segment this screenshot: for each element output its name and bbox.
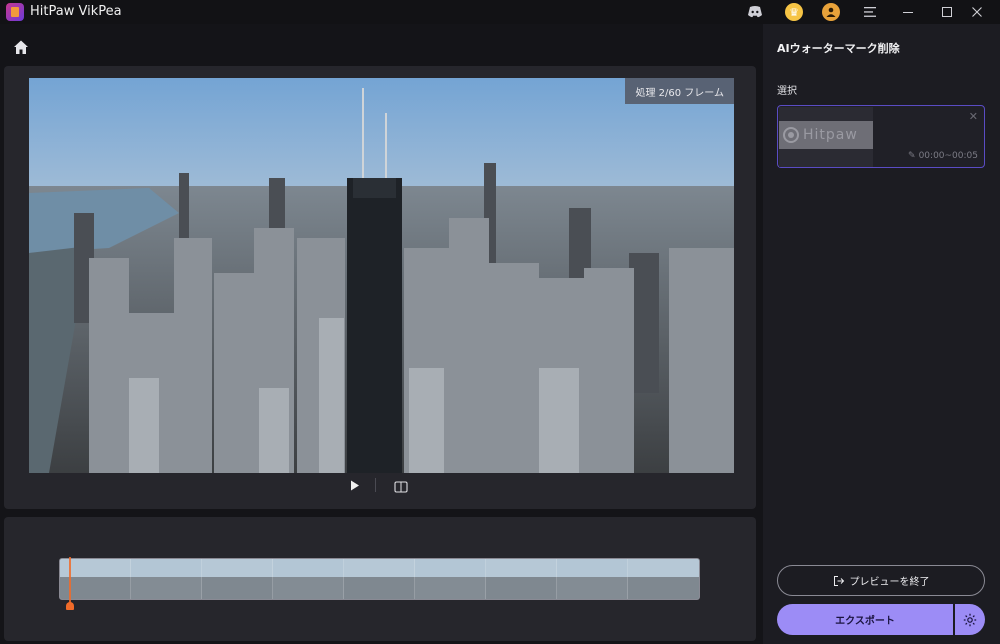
right-sidebar: AIウォーターマーク削除 選択 Hitpaw ✕ ✎ 00:00~00:05 プ… bbox=[763, 24, 1000, 644]
selection-thumbnail: Hitpaw bbox=[779, 107, 873, 167]
frame-thumbnail bbox=[202, 559, 273, 599]
playhead-line[interactable] bbox=[69, 557, 71, 603]
timeline-panel bbox=[4, 517, 756, 641]
frame-thumbnail bbox=[273, 559, 344, 599]
selection-card[interactable]: Hitpaw ✕ ✎ 00:00~00:05 bbox=[777, 105, 985, 168]
frame-progress-badge: 処理 2/60 フレーム bbox=[625, 78, 734, 104]
editor-area: 処理 2/60 フレーム bbox=[0, 24, 763, 644]
toolbar-divider bbox=[375, 478, 376, 492]
exit-preview-label: プレビューを終了 bbox=[849, 577, 930, 588]
video-preview[interactable]: 処理 2/60 フレーム bbox=[29, 78, 734, 473]
frame-thumbnail bbox=[486, 559, 557, 599]
export-label: エクスポート bbox=[835, 616, 895, 627]
watermark-preview: Hitpaw bbox=[779, 121, 873, 149]
city-skyline-image bbox=[29, 78, 734, 473]
hitpaw-logo-icon bbox=[783, 127, 799, 143]
watermark-text: Hitpaw bbox=[803, 127, 858, 143]
preview-panel: 処理 2/60 フレーム bbox=[4, 66, 756, 509]
export-settings-button[interactable] bbox=[955, 604, 985, 635]
app-logo bbox=[6, 3, 24, 21]
panel-title: AIウォーターマーク削除 bbox=[777, 42, 900, 55]
frame-thumbnail bbox=[628, 559, 699, 599]
title-bar: HitPaw VikPea ♛ bbox=[0, 0, 1000, 24]
time-range: 00:00~00:05 bbox=[918, 151, 978, 161]
frame-thumbnail bbox=[557, 559, 628, 599]
play-icon[interactable] bbox=[347, 478, 363, 492]
home-icon[interactable] bbox=[12, 38, 30, 56]
discord-icon[interactable] bbox=[745, 2, 765, 22]
export-button[interactable]: エクスポート bbox=[777, 604, 953, 635]
frame-thumbnail bbox=[344, 559, 415, 599]
edit-icon[interactable]: ✎ bbox=[908, 151, 916, 161]
close-icon[interactable]: ✕ bbox=[969, 110, 978, 123]
app-title: HitPaw VikPea bbox=[30, 4, 122, 19]
frame-strip[interactable] bbox=[59, 558, 700, 600]
coin-icon[interactable]: ♛ bbox=[785, 3, 803, 21]
frame-thumbnail bbox=[415, 559, 486, 599]
exit-icon bbox=[833, 575, 844, 586]
select-label: 選択 bbox=[777, 86, 797, 97]
playhead-handle[interactable] bbox=[66, 602, 74, 610]
menu-icon[interactable] bbox=[860, 2, 880, 22]
close-icon[interactable] bbox=[954, 0, 1000, 24]
exit-preview-button[interactable]: プレビューを終了 bbox=[777, 565, 985, 596]
frame-thumbnail bbox=[131, 559, 202, 599]
split-compare-icon[interactable] bbox=[394, 478, 410, 493]
gear-icon bbox=[963, 613, 977, 626]
user-icon[interactable] bbox=[822, 3, 840, 21]
